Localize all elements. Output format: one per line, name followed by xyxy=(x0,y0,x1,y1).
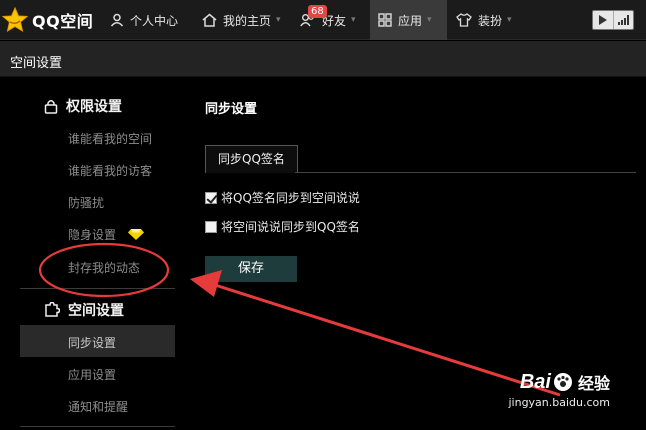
lock-icon xyxy=(44,99,58,114)
app-name: QQ空间 xyxy=(32,12,94,31)
media-controls xyxy=(592,10,634,30)
sidebar-divider xyxy=(20,426,175,427)
page-title: 同步设置 xyxy=(205,102,258,117)
sidebar-item-invisible-label: 隐身设置 xyxy=(68,228,117,242)
option-sync-feed-to-signature-label: 将空间说说同步到QQ签名 xyxy=(221,220,360,234)
watermark-url: jingyan.baidu.com xyxy=(508,396,610,409)
nav-my-homepage-label: 我的主页 xyxy=(223,13,272,28)
watermark-brand-text: Bai xyxy=(519,370,551,393)
sidebar-group-permissions: 权限设置 xyxy=(44,96,122,116)
chevron-down-icon: ▾ xyxy=(427,15,432,25)
baidu-jingyan-watermark: Bai 经验 jingyan.baidu.com xyxy=(508,370,610,410)
signal-bars-icon xyxy=(617,15,629,25)
sidebar-item-sync-settings[interactable]: 同步设置 xyxy=(68,334,116,351)
top-navigation-bar: QQ空间 个人中心 我的主页 ▾ 好友 ▾ 68 应用 ▾ 装扮 ▾ xyxy=(0,0,646,40)
nav-dress-up[interactable]: 装扮 ▾ xyxy=(456,0,512,40)
chevron-down-icon: ▾ xyxy=(507,15,512,25)
section-title: 空间设置 xyxy=(10,56,63,71)
tshirt-icon xyxy=(456,13,472,27)
sidebar-item-anti-harassment[interactable]: 防骚扰 xyxy=(68,194,104,211)
option-sync-signature-to-feed[interactable]: 将QQ签名同步到空间说说 xyxy=(205,189,360,206)
tab-sync-qq-signature[interactable]: 同步QQ签名 xyxy=(205,145,298,173)
play-button[interactable] xyxy=(593,11,613,29)
chevron-down-icon: ▾ xyxy=(351,15,356,25)
home-icon xyxy=(202,13,217,27)
sidebar-divider xyxy=(20,288,175,289)
tab-divider xyxy=(295,172,636,173)
save-button[interactable]: 保存 xyxy=(205,256,297,282)
play-icon xyxy=(599,15,607,25)
watermark-brand: Bai 经验 xyxy=(508,370,610,394)
sidebar-item-who-can-view-space[interactable]: 谁能看我的空间 xyxy=(68,130,152,147)
puzzle-icon xyxy=(45,302,60,317)
signal-button[interactable] xyxy=(613,11,633,29)
apps-grid-icon xyxy=(378,13,392,27)
notification-badge: 68 xyxy=(308,5,327,18)
section-header: 空间设置 xyxy=(0,41,646,77)
sidebar-group-space-settings: 空间设置 xyxy=(44,300,124,320)
option-sync-feed-to-signature[interactable]: 将空间说说同步到QQ签名 xyxy=(205,218,360,235)
paw-icon xyxy=(553,373,572,391)
sidebar-group-space-settings-title: 空间设置 xyxy=(68,303,124,319)
sidebar-item-invisible[interactable]: 隐身设置 xyxy=(68,226,145,243)
nav-profile-center-label: 个人中心 xyxy=(130,13,179,28)
sidebar-group-permissions-title: 权限设置 xyxy=(66,99,122,115)
watermark-brand-suffix: 经验 xyxy=(577,374,610,393)
sidebar-item-archive-feeds[interactable]: 封存我的动态 xyxy=(68,259,140,276)
nav-dress-up-label: 装扮 xyxy=(478,13,503,28)
user-icon xyxy=(110,13,124,27)
nav-friends[interactable]: 好友 ▾ 68 xyxy=(300,0,360,40)
nav-my-homepage[interactable]: 我的主页 ▾ xyxy=(202,0,281,40)
option-sync-signature-to-feed-label: 将QQ签名同步到空间说说 xyxy=(221,191,360,205)
checkbox-sync-feed-to-signature[interactable] xyxy=(205,220,217,233)
checkbox-sync-signature-to-feed[interactable] xyxy=(205,191,217,204)
sidebar-item-who-can-view-visitors[interactable]: 谁能看我的访客 xyxy=(68,162,152,179)
nav-apps-label: 应用 xyxy=(398,13,423,28)
nav-apps[interactable]: 应用 ▾ xyxy=(370,0,447,40)
star-logo-icon xyxy=(2,7,28,33)
diamond-vip-icon xyxy=(128,229,145,240)
chevron-down-icon: ▾ xyxy=(276,15,281,25)
pointer-arrow xyxy=(205,280,561,397)
qzone-logo[interactable]: QQ空间 xyxy=(2,6,93,34)
nav-profile-center[interactable]: 个人中心 xyxy=(110,0,178,40)
sidebar-item-app-settings[interactable]: 应用设置 xyxy=(68,366,116,383)
sidebar-item-notifications[interactable]: 通知和提醒 xyxy=(68,398,128,415)
